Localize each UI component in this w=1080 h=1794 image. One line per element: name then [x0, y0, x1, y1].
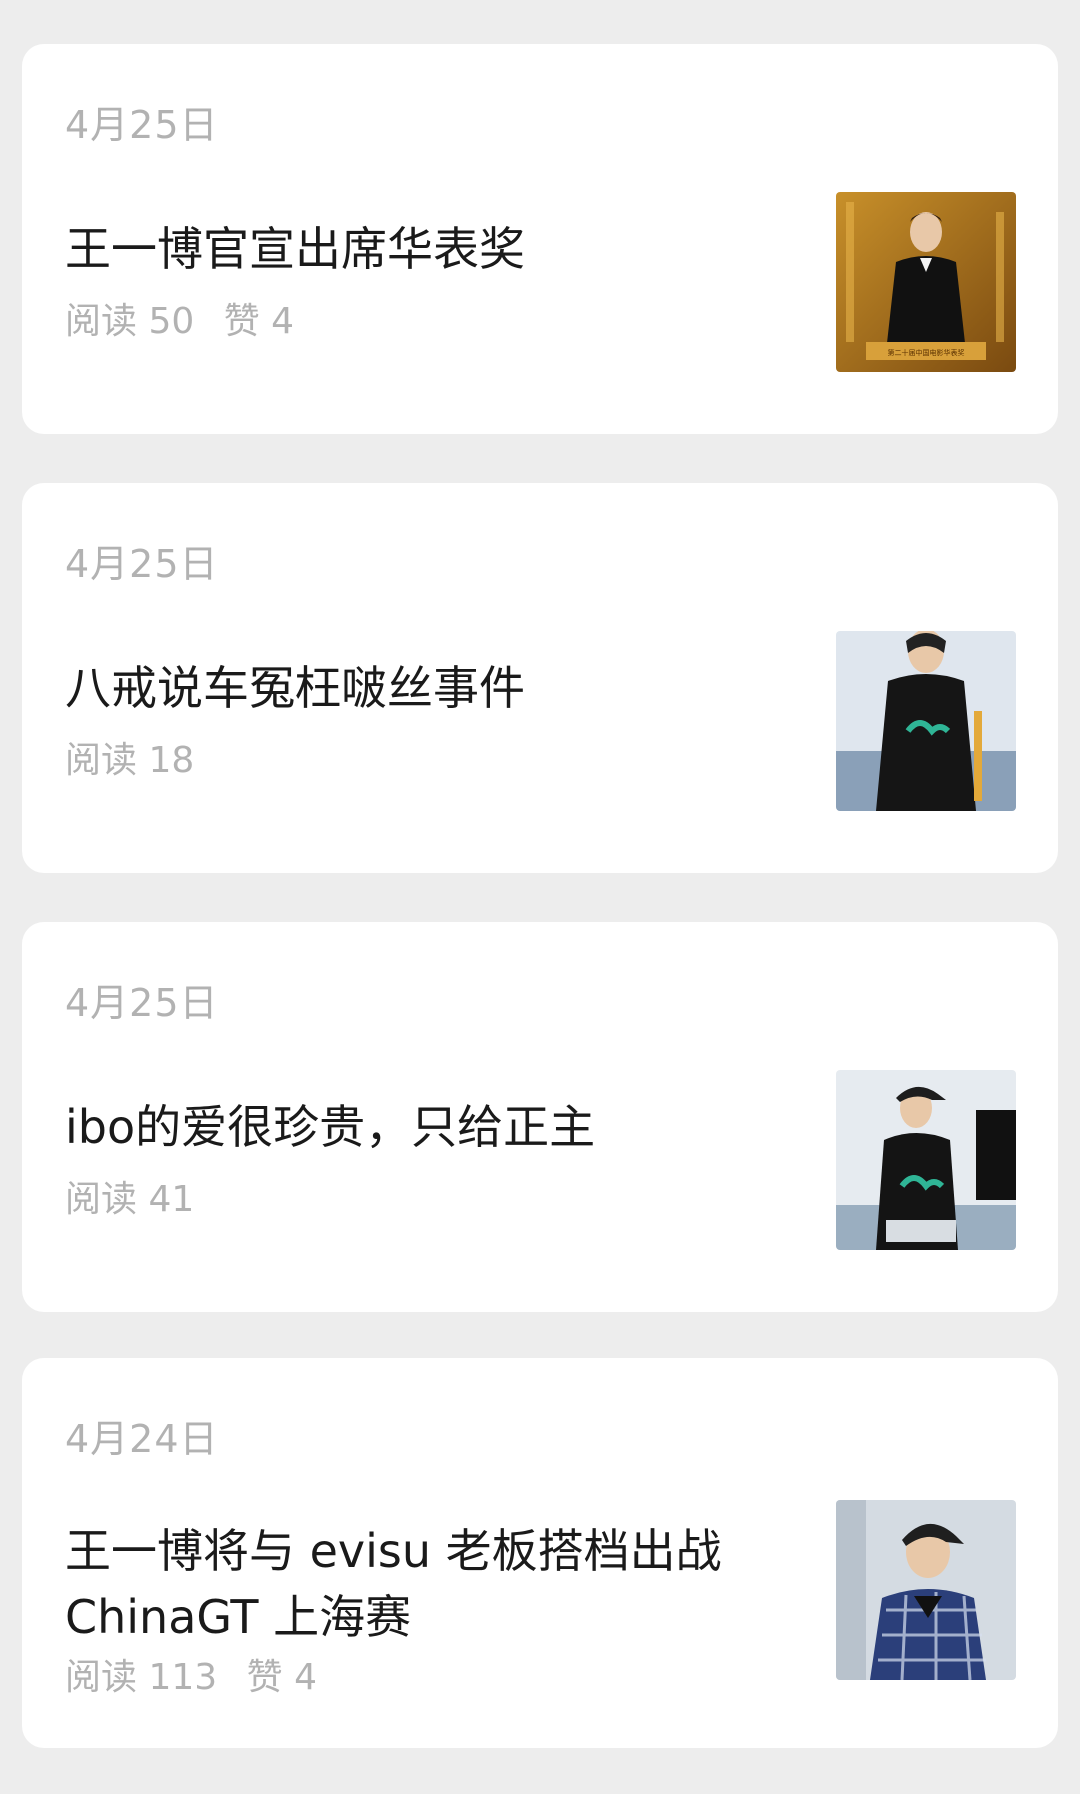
article-thumbnail[interactable]	[836, 631, 1016, 811]
article-date: 4月25日	[65, 542, 219, 586]
man-in-plaid-shirt-image	[836, 1500, 1016, 1680]
article-stats: 阅读 41	[65, 1170, 212, 1222]
read-count: 阅读 18	[65, 740, 195, 781]
article-feed: 4月25日 王一博官宣出席华表奖 阅读 50 赞 4 第二十届中国电影华表奖 4…	[0, 0, 1080, 1794]
read-count: 阅读 113	[65, 1657, 218, 1698]
article-date: 4月25日	[65, 103, 219, 147]
racer-with-cap-image	[836, 1070, 1016, 1250]
article-stats: 阅读 18	[65, 731, 212, 783]
racer-in-black-jacket-image	[836, 631, 1016, 811]
article-title[interactable]: 王一博将与 evisu 老板搭档出战 ChinaGT 上海赛	[65, 1518, 765, 1650]
article-stats: 阅读 113 赞 4	[65, 1648, 335, 1700]
article-thumbnail[interactable]	[836, 1070, 1016, 1250]
article-thumbnail[interactable]	[836, 1500, 1016, 1680]
article-title[interactable]: ibo的爱很珍贵，只给正主	[65, 1094, 765, 1160]
article-card[interactable]: 4月25日 王一博官宣出席华表奖 阅读 50 赞 4 第二十届中国电影华表奖	[22, 44, 1058, 434]
article-card[interactable]: 4月25日 八戒说车冤枉啵丝事件 阅读 18	[22, 483, 1058, 873]
article-card[interactable]: 4月24日 王一博将与 evisu 老板搭档出战 ChinaGT 上海赛 阅读 …	[22, 1358, 1058, 1748]
article-stats: 阅读 50 赞 4	[65, 292, 312, 344]
read-count: 阅读 50	[65, 301, 195, 342]
article-title[interactable]: 八戒说车冤枉啵丝事件	[65, 655, 765, 721]
like-count: 赞 4	[223, 301, 295, 342]
article-thumbnail[interactable]: 第二十届中国电影华表奖	[836, 192, 1016, 372]
man-in-tuxedo-image: 第二十届中国电影华表奖	[836, 192, 1016, 372]
article-date: 4月24日	[65, 1417, 219, 1461]
read-count: 阅读 41	[65, 1179, 195, 1220]
thumbnail-caption: 第二十届中国电影华表奖	[888, 348, 965, 357]
article-title[interactable]: 王一博官宣出席华表奖	[65, 216, 765, 282]
like-count: 赞 4	[246, 1657, 317, 1698]
article-card[interactable]: 4月25日 ibo的爱很珍贵，只给正主 阅读 41	[22, 922, 1058, 1312]
article-date: 4月25日	[65, 981, 219, 1025]
